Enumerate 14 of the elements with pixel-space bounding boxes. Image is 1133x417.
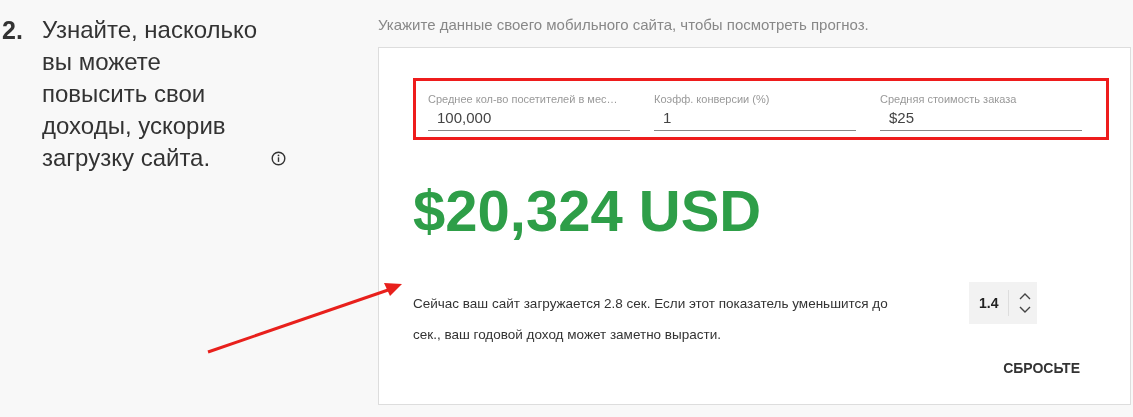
field-label: Среднее кол-во посетителей в мес… bbox=[428, 93, 618, 105]
input-field[interactable]: $25 bbox=[880, 105, 1082, 131]
input-field[interactable]: 1 bbox=[654, 105, 856, 131]
reset-button[interactable]: СБРОСЬТЕ bbox=[1003, 354, 1080, 382]
load-time-text: Сейчас ваш сайт загружается 2.8 сек. Если этот показатель уменьшится до bbox=[413, 295, 889, 311]
stepper-value[interactable]: 1.4 bbox=[979, 290, 1010, 316]
intro-text: Укажите данные своего мобильного сайта, чтобы посмотреть прогноз. bbox=[378, 16, 870, 33]
input-field[interactable]: 100,000 bbox=[428, 105, 630, 131]
step-heading: Узнайте, насколько вы можете повысить свои доходы, ускорив загрузку сайта. bbox=[42, 15, 259, 173]
revenue-amount: $20,324 USD bbox=[413, 177, 763, 245]
field-label: Средняя стоимость заказа bbox=[880, 93, 1017, 105]
field-label: Коэфф. конверсии (%) bbox=[654, 93, 770, 105]
step-number: 2. bbox=[1, 15, 24, 46]
revenue-growth-text: сек., ваш годовой доход может заметно вырасти. bbox=[413, 326, 722, 344]
